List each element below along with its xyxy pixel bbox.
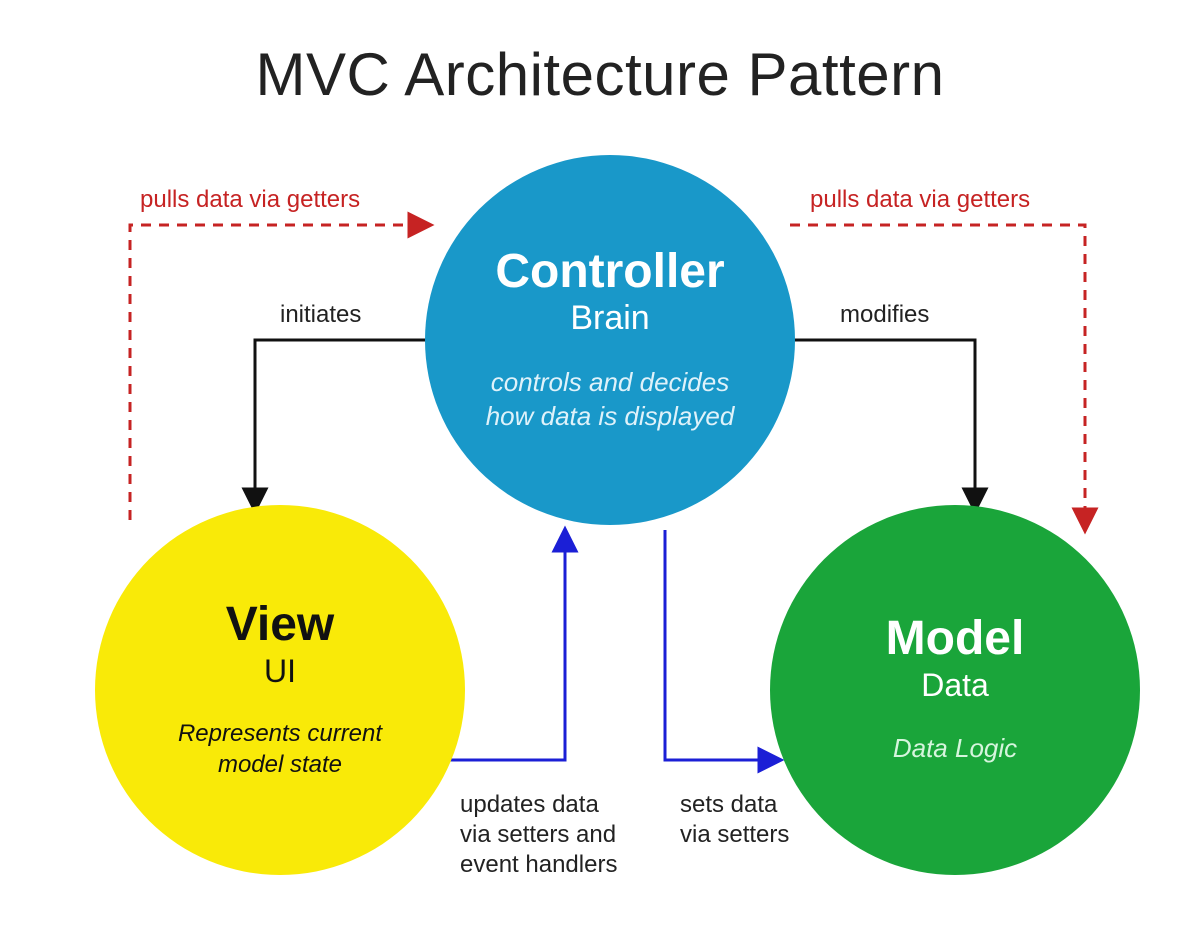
view-subtitle: UI: [264, 653, 296, 690]
label-updates: updates data via setters and event handl…: [460, 790, 617, 880]
label-initiates: initiates: [280, 300, 361, 330]
arrow-sets: [665, 530, 780, 760]
controller-title: Controller: [495, 247, 724, 297]
node-model: Model Data Data Logic: [770, 505, 1140, 875]
label-pulls-right: pulls data via getters: [810, 185, 1030, 215]
arrow-updates: [450, 530, 565, 760]
arrow-initiates: [255, 340, 430, 510]
node-view: View UI Represents current model state: [95, 505, 465, 875]
controller-description: controls and decides how data is display…: [486, 366, 735, 434]
label-modifies: modifies: [840, 300, 929, 330]
diagram-title: MVC Architecture Pattern: [0, 40, 1200, 109]
arrow-pulls-left: [130, 225, 430, 520]
controller-subtitle: Brain: [570, 299, 649, 338]
node-controller: Controller Brain controls and decides ho…: [425, 155, 795, 525]
view-description: Represents current model state: [178, 718, 382, 780]
label-sets: sets data via setters: [680, 790, 789, 850]
diagram-stage: MVC Architecture Pattern Controlle: [0, 0, 1200, 949]
view-title: View: [226, 600, 335, 650]
label-pulls-left: pulls data via getters: [140, 185, 360, 215]
model-subtitle: Data: [921, 667, 989, 704]
model-title: Model: [886, 614, 1025, 664]
arrow-pulls-right: [790, 225, 1085, 530]
arrow-modifies: [790, 340, 975, 510]
model-description: Data Logic: [893, 732, 1017, 766]
